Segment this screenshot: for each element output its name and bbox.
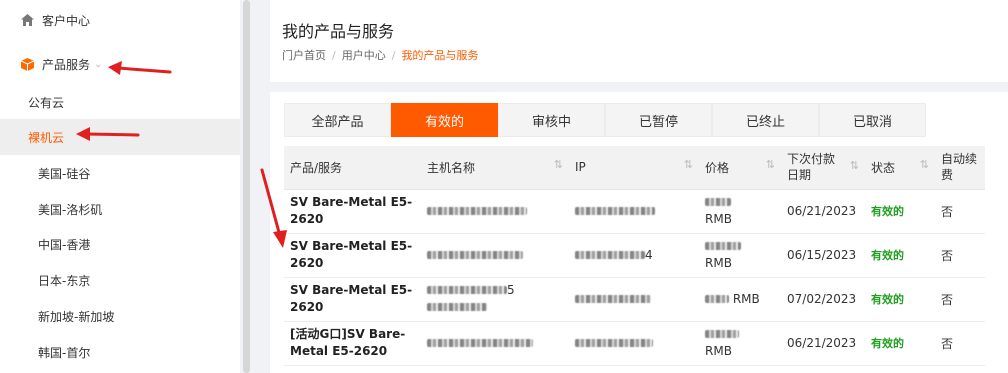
breadcrumb-user-center[interactable]: 用户中心 [342, 49, 386, 62]
price: RMB [699, 233, 781, 278]
table-row[interactable]: SV Bare-Metal E5- 2620 4 RMB 06/15/2023 有… [284, 233, 985, 278]
sort-icon[interactable]: ⇅ [554, 158, 563, 171]
sidebar-item-label: 公有云 [28, 95, 65, 110]
ip-redacted [569, 277, 699, 322]
product-name[interactable]: SV Bare-Metal E5- 2620 [284, 233, 421, 278]
page-title: 我的产品与服务 [282, 22, 395, 41]
price: RMB [699, 189, 781, 234]
sidebar-item-label: 客户中心 [42, 13, 91, 28]
status-tabs: 全部产品 有效的 审核中 已暂停 已终止 已取消 [284, 103, 926, 137]
price: RMB [699, 277, 781, 322]
next-payment-date: 06/21/2023 [781, 321, 865, 366]
auto-renew-value: 否 [935, 233, 985, 278]
sort-icon[interactable]: ⇅ [920, 158, 929, 171]
sidebar-item-label: 产品服务 [42, 57, 91, 72]
breadcrumb: 门户首页 / 用户中心 / 我的产品与服务 [282, 47, 478, 63]
sidebar-item-products[interactable]: 产品服务 ⌄ [0, 46, 240, 82]
sort-icon[interactable]: ⇅ [850, 158, 859, 174]
sidebar-item-kr-seoul[interactable]: 韩国-首尔 [0, 334, 240, 370]
sidebar: 客户中心 产品服务 ⌄ 公有云 裸机云 美国-硅谷 美国-洛杉矶 中国-香港 日… [0, 0, 240, 373]
next-payment-date: 06/21/2023 [781, 189, 865, 234]
products-panel: 全部产品 有效的 审核中 已暂停 已终止 已取消 产品/服务 主机名称 ⇅ IP ⇅… [270, 92, 1008, 373]
tab-cancelled[interactable]: 已取消 [819, 103, 926, 137]
sidebar-item-us-silicon-valley[interactable]: 美国-硅谷 [0, 155, 240, 191]
table-row[interactable]: SV Bare-Metal E5- 2620 RMB 06/21/2023 有效的… [284, 189, 985, 234]
column-header-auto-renew: 自动续费 [935, 146, 985, 190]
auto-renew-value: 否 [935, 189, 985, 234]
next-payment-date: 06/15/2023 [781, 233, 865, 278]
sidebar-item-sg-singapore[interactable]: 新加坡-新加坡 [0, 298, 240, 334]
column-header-product: 产品/服务 [284, 146, 421, 190]
column-header-price[interactable]: 价格 ⇅ [699, 146, 781, 190]
hostname-redacted [421, 189, 569, 234]
tab-pending[interactable]: 审核中 [498, 103, 605, 137]
sort-icon[interactable]: ⇅ [684, 158, 693, 171]
ip-redacted [569, 321, 699, 366]
sidebar-item-label: 美国-洛杉矶 [38, 202, 103, 217]
page-header: 我的产品与服务 门户首页 / 用户中心 / 我的产品与服务 [270, 0, 1008, 82]
tab-terminated[interactable]: 已终止 [712, 103, 819, 137]
chevron-down-icon: ⌄ [94, 58, 103, 70]
product-name[interactable]: SV Bare-Metal E5- 2620 [284, 277, 421, 322]
column-header-status[interactable]: 状态 ⇅ [865, 146, 935, 190]
sort-icon[interactable]: ⇅ [766, 158, 775, 171]
column-header-ip[interactable]: IP ⇅ [569, 146, 699, 190]
sidebar-item-customer-center[interactable]: 客户中心 [0, 2, 240, 38]
column-header-next-payment[interactable]: 下次付款 日期 ⇅ [781, 146, 865, 190]
breadcrumb-current: 我的产品与服务 [401, 49, 479, 62]
home-icon [20, 13, 34, 27]
status-badge: 有效的 [865, 233, 935, 278]
hostname-redacted [421, 233, 569, 278]
breadcrumb-separator: / [332, 49, 336, 62]
sidebar-item-label: 新加坡-新加坡 [38, 309, 115, 324]
table-header-row: 产品/服务 主机名称 ⇅ IP ⇅ 价格 ⇅ 下次付款 日期 ⇅ 状态 ⇅ 自动续费 [284, 146, 985, 190]
products-table: 产品/服务 主机名称 ⇅ IP ⇅ 价格 ⇅ 下次付款 日期 ⇅ 状态 ⇅ 自动续费 SV … [284, 146, 985, 366]
table-row[interactable]: [活动G口]SV Bare- Metal E5-2620 RMB 06/21/20… [284, 321, 985, 366]
product-name[interactable]: SV Bare-Metal E5- 2620 [284, 189, 421, 234]
sidebar-item-jp-tokyo[interactable]: 日本-东京 [0, 262, 240, 298]
ip-redacted [569, 189, 699, 234]
box-icon [20, 57, 34, 71]
breadcrumb-home[interactable]: 门户首页 [282, 49, 326, 62]
sidebar-item-public-cloud[interactable]: 公有云 [0, 84, 240, 120]
tab-active[interactable]: 有效的 [391, 103, 498, 137]
sidebar-item-label: 日本-东京 [38, 273, 91, 288]
status-badge: 有效的 [865, 189, 935, 234]
next-payment-date: 07/02/2023 [781, 277, 865, 322]
sidebar-item-label: 韩国-首尔 [38, 345, 91, 360]
sidebar-item-cn-hong-kong[interactable]: 中国-香港 [0, 226, 240, 262]
sidebar-item-us-los-angeles[interactable]: 美国-洛杉矶 [0, 191, 240, 227]
column-header-hostname[interactable]: 主机名称 ⇅ [421, 146, 569, 190]
sidebar-scrollbar[interactable] [243, 0, 250, 373]
sidebar-item-label: 裸机云 [28, 130, 65, 145]
sidebar-item-bare-metal[interactable]: 裸机云 [0, 119, 240, 155]
breadcrumb-separator: / [391, 49, 396, 62]
tab-suspended[interactable]: 已暂停 [605, 103, 712, 137]
sidebar-item-label: 中国-香港 [38, 237, 91, 252]
hostname-redacted: 5 [421, 277, 569, 322]
tab-all[interactable]: 全部产品 [284, 103, 391, 137]
status-badge: 有效的 [865, 321, 935, 366]
status-badge: 有效的 [865, 277, 935, 322]
table-row[interactable]: SV Bare-Metal E5- 2620 5 RMB 07/02/2023 有… [284, 277, 985, 322]
sidebar-item-label: 美国-硅谷 [38, 166, 91, 181]
ip-redacted: 4 [569, 233, 699, 278]
auto-renew-value: 否 [935, 277, 985, 322]
price: RMB [699, 321, 781, 366]
auto-renew-value: 否 [935, 321, 985, 366]
product-name[interactable]: [活动G口]SV Bare- Metal E5-2620 [284, 321, 421, 366]
hostname-redacted [421, 321, 569, 366]
